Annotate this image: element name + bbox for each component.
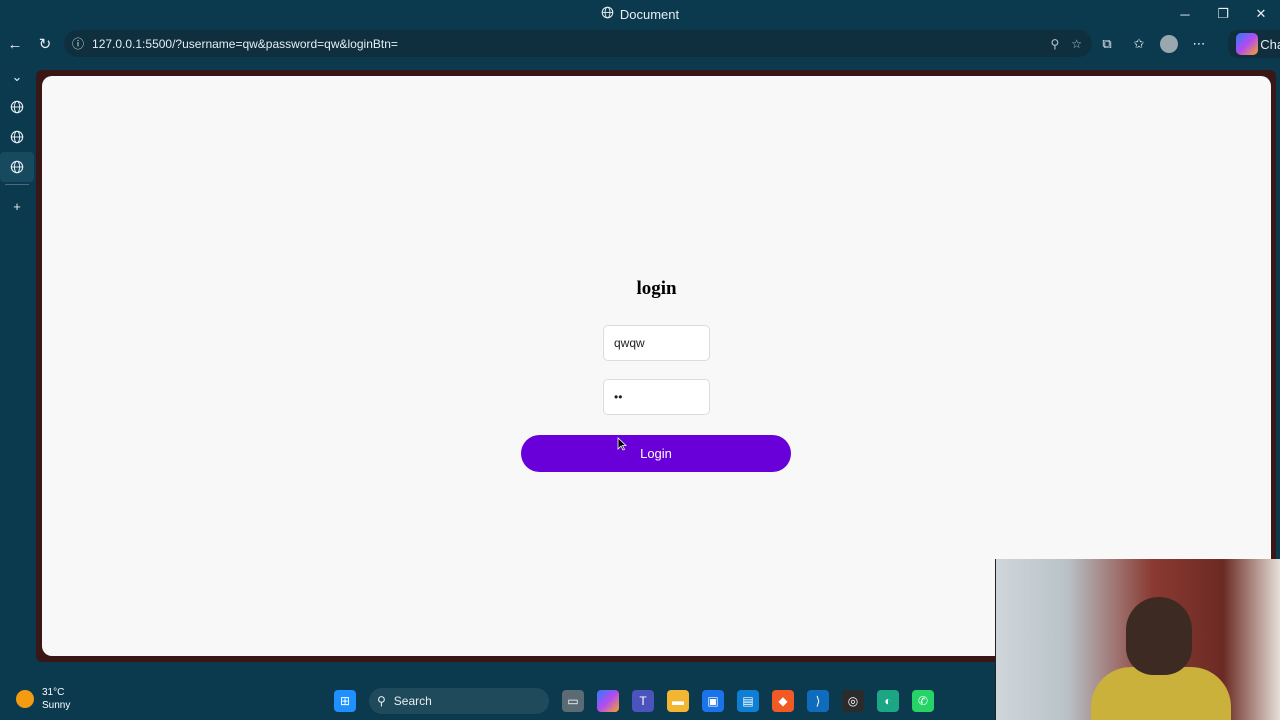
window-titlebar: Document ─ ❐ ✕ bbox=[0, 0, 1280, 28]
close-button[interactable]: ✕ bbox=[1242, 0, 1280, 28]
edge-browser-icon[interactable]: ◐ bbox=[877, 690, 899, 712]
store-icon[interactable]: ▣ bbox=[702, 690, 724, 712]
key-icon[interactable]: ⚲ bbox=[1050, 37, 1059, 51]
taskbar: 31°C Sunny ⊞ ⚲ Search ▭ T ▬ ▣ ▤ ◆ ⟩ ◎ ◐ … bbox=[0, 680, 1280, 720]
copilot-app-icon[interactable] bbox=[597, 690, 619, 712]
address-url[interactable]: 127.0.0.1:5500/?username=qw&password=qw&… bbox=[92, 37, 398, 51]
sun-icon bbox=[16, 690, 34, 708]
minimize-button[interactable]: ─ bbox=[1166, 0, 1204, 28]
username-input[interactable]: qwqw bbox=[603, 325, 710, 361]
copilot-icon bbox=[1236, 33, 1258, 55]
weather-widget[interactable]: 31°C Sunny bbox=[16, 686, 70, 712]
whatsapp-icon[interactable]: ✆ bbox=[912, 690, 934, 712]
windows-start-icon[interactable]: ⊞ bbox=[334, 690, 356, 712]
weather-temperature: 31°C bbox=[42, 687, 65, 698]
vscode-icon[interactable]: ⟩ bbox=[807, 690, 829, 712]
favorites-icon[interactable]: ✩ bbox=[1128, 33, 1150, 55]
vertical-tabs-sidebar: ⌄ + bbox=[0, 62, 34, 672]
window-title: Document bbox=[601, 6, 679, 22]
refresh-button[interactable]: ↻ bbox=[30, 30, 60, 58]
chevron-down-icon[interactable]: ⌄ bbox=[0, 62, 34, 92]
teams-icon[interactable]: T bbox=[632, 690, 654, 712]
sidebar-divider bbox=[5, 184, 29, 185]
weather-condition: Sunny bbox=[42, 700, 71, 711]
navigation-bar: ← ↻ ⓘ 127.0.0.1:5500/?username=qw&passwo… bbox=[0, 30, 1280, 58]
tab-globe-icon[interactable] bbox=[0, 92, 34, 122]
tab-globe-icon[interactable] bbox=[0, 152, 34, 182]
favorite-star-icon[interactable]: ☆ bbox=[1071, 37, 1082, 51]
profile-avatar[interactable] bbox=[1160, 35, 1178, 53]
restore-button[interactable]: ❐ bbox=[1204, 0, 1242, 28]
globe-icon bbox=[601, 6, 614, 22]
brave-browser-icon[interactable]: ◆ bbox=[772, 690, 794, 712]
taskbar-search[interactable]: ⚲ Search bbox=[369, 688, 549, 714]
app-icon[interactable]: ▤ bbox=[737, 690, 759, 712]
more-options-icon[interactable]: ⋯ bbox=[1188, 33, 1210, 55]
mouse-cursor-icon bbox=[617, 437, 628, 451]
webcam-person-head bbox=[1126, 597, 1192, 675]
address-bar[interactable]: ⓘ 127.0.0.1:5500/?username=qw&password=q… bbox=[64, 30, 1092, 57]
back-button[interactable]: ← bbox=[0, 30, 30, 58]
task-view-icon[interactable]: ▭ bbox=[562, 690, 584, 712]
copilot-chat-button[interactable]: Chat bbox=[1228, 30, 1280, 58]
login-button[interactable]: Login bbox=[521, 435, 791, 472]
search-label: Search bbox=[393, 694, 432, 708]
tab-globe-icon[interactable] bbox=[0, 122, 34, 152]
extensions-icon[interactable]: ⧉ bbox=[1096, 33, 1118, 55]
chat-label: Chat bbox=[1260, 36, 1280, 52]
obs-icon[interactable]: ◎ bbox=[842, 690, 864, 712]
password-input[interactable]: •• bbox=[603, 379, 710, 415]
login-heading: login bbox=[636, 278, 677, 299]
site-info-icon[interactable]: ⓘ bbox=[72, 35, 84, 52]
file-explorer-icon[interactable]: ▬ bbox=[667, 690, 689, 712]
new-tab-plus-icon[interactable]: + bbox=[0, 191, 34, 221]
window-title-text: Document bbox=[619, 6, 680, 22]
search-icon: ⚲ bbox=[377, 694, 386, 708]
